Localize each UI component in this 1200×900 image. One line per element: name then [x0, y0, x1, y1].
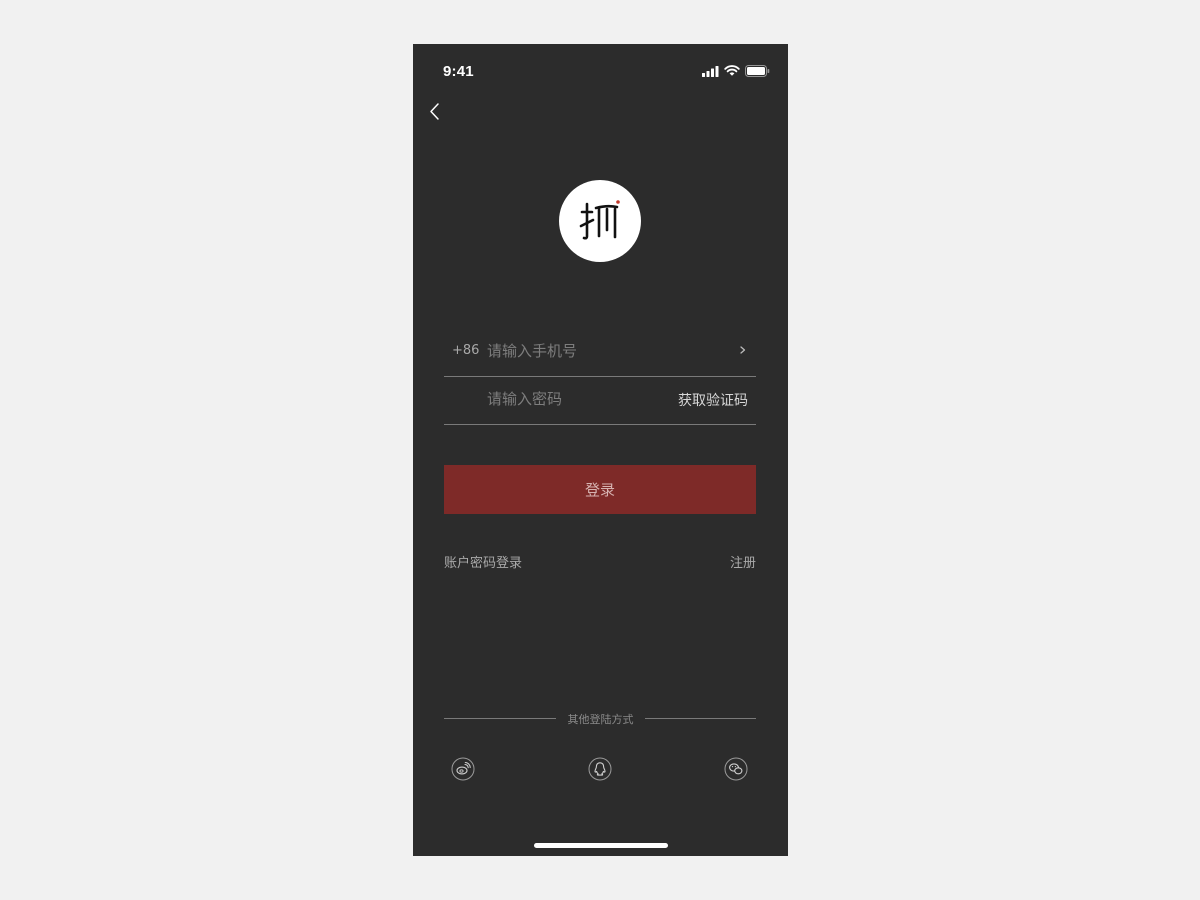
phone-screen: 9:41 +86 请输入手机号 获取验证码 登录 账户密码登录 注册 其他登陆方… — [413, 44, 788, 856]
battery-icon — [745, 65, 770, 77]
wifi-icon — [724, 65, 740, 76]
account-login-link[interactable]: 账户密码登录 — [444, 552, 522, 571]
weibo-login-button[interactable] — [451, 757, 475, 781]
phone-field-row: +86 — [444, 328, 756, 377]
phone-input[interactable] — [487, 340, 707, 362]
register-link[interactable]: 注册 — [730, 552, 756, 571]
wechat-login-button[interactable] — [724, 757, 748, 781]
wechat-icon — [724, 757, 748, 781]
chevron-right-icon[interactable] — [736, 342, 750, 358]
other-login-label: 其他登陆方式 — [567, 713, 634, 726]
home-indicator — [534, 843, 668, 848]
logo-glyph — [579, 200, 620, 240]
back-button[interactable] — [425, 100, 447, 124]
qq-login-button[interactable] — [588, 757, 612, 781]
password-field-row: 获取验证码 — [444, 376, 756, 425]
qq-icon — [588, 757, 612, 781]
country-code[interactable]: +86 — [452, 343, 479, 358]
weibo-icon — [451, 757, 475, 781]
divider-line-right — [645, 718, 756, 719]
password-input[interactable] — [487, 388, 707, 410]
login-button[interactable]: 登录 — [444, 465, 756, 514]
chevron-left-icon — [430, 103, 439, 120]
status-icons — [702, 64, 770, 78]
get-code-button[interactable]: 获取验证码 — [678, 390, 748, 410]
signal-icon — [702, 65, 719, 77]
app-logo — [559, 180, 641, 262]
status-time: 9:41 — [443, 63, 474, 80]
